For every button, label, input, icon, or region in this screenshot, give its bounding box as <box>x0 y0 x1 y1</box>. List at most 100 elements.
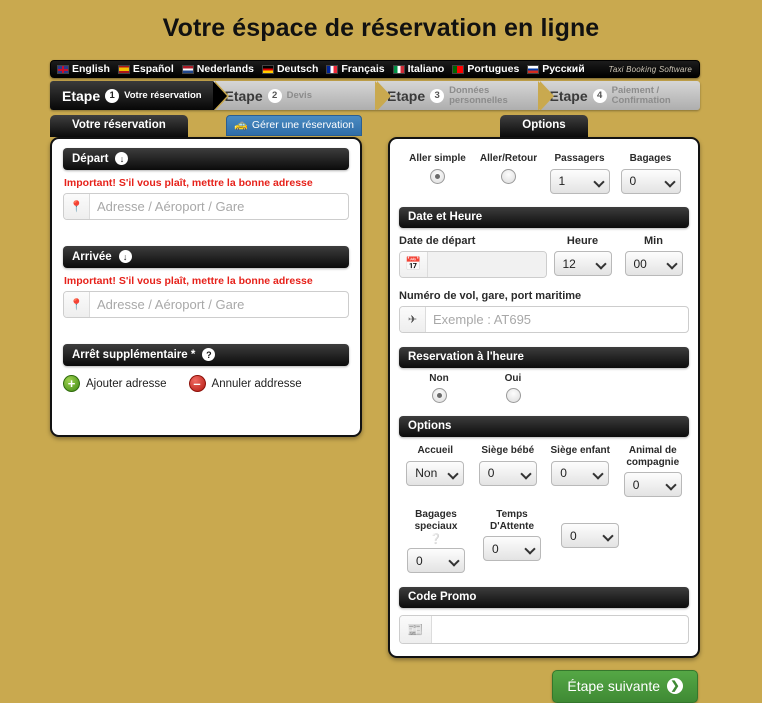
baggage-select-wrap: 0 <box>620 168 681 194</box>
options-row-1: Accueil Non Siège bébé 0 Siège enfant 0 … <box>399 445 689 497</box>
minute-select[interactable]: 00 <box>624 251 683 277</box>
tab-votre-reservation[interactable]: Votre réservation <box>50 114 188 137</box>
baby-seat-select-wrap: 0 <box>478 460 537 486</box>
language-item-deutsch[interactable]: Deutsch <box>261 63 318 75</box>
departure-address-input[interactable] <box>90 194 348 219</box>
hourly-no-label: Non <box>429 372 449 384</box>
flag-it-icon <box>392 64 405 74</box>
accueil-field: Accueil Non <box>399 445 472 486</box>
plus-circle-icon: + <box>63 375 80 392</box>
tab-options[interactable]: Options <box>500 114 588 137</box>
flight-number-input-group[interactable]: ✈ <box>399 305 689 333</box>
arrow-down-circle-icon[interactable]: ↓ <box>115 152 129 165</box>
promo-label: Code Promo <box>408 591 477 603</box>
departure-input-group[interactable]: 📍 <box>63 193 349 220</box>
one-way-label: Aller simple <box>409 153 466 164</box>
pet-select-wrap: 0 <box>623 472 682 497</box>
airplane-icon: ✈ <box>400 306 426 332</box>
departure-date-input[interactable] <box>428 251 546 277</box>
waiting-time-minutes-select[interactable]: 0 <box>561 523 619 548</box>
language-item-francais[interactable]: Français <box>326 63 385 75</box>
promo-input-group[interactable]: 📰 <box>399 615 689 644</box>
return-radio[interactable] <box>501 168 516 184</box>
hourly-reservation-header: Reservation à l'heure <box>399 346 689 368</box>
hour-select-wrap: 12 <box>553 251 612 277</box>
special-baggage-select-wrap: 0 <box>407 548 465 573</box>
taxi-icon: 🚕 <box>234 118 248 131</box>
hourly-no-radio[interactable] <box>431 388 447 403</box>
hour-label: Heure <box>566 234 599 247</box>
remove-address-label: Annuler addresse <box>211 377 302 390</box>
accueil-label: Accueil <box>417 445 454 456</box>
step-2[interactable]: Etape 2 Devis <box>213 81 391 110</box>
extra-stop-actions: + Ajouter adresse – Annuler addresse <box>63 375 349 392</box>
language-item-russian[interactable]: Русский <box>527 63 585 75</box>
options-row-2: Bagages speciaux ❔ 0 Temps D'Attente 0 0 <box>399 509 689 573</box>
step-indicator: Etape 1 Votre réservation Etape 2 Devis … <box>50 81 700 110</box>
brand-tag: Taxi Booking Software <box>608 64 692 74</box>
hourly-reservation-label: Reservation à l'heure <box>408 350 524 363</box>
promo-header: Code Promo <box>399 587 689 608</box>
pet-label: Animal de compagnie <box>626 445 680 468</box>
baby-seat-select[interactable]: 0 <box>478 460 537 486</box>
form-columns: Votre réservation 🚕 Gérer une réservatio… <box>50 114 700 658</box>
map-pin-icon: 📍 <box>64 292 90 317</box>
calendar-icon[interactable]: 📅 <box>400 251 428 277</box>
add-address-button[interactable]: + Ajouter adresse <box>63 375 167 392</box>
passengers-select[interactable]: 1 <box>549 168 610 194</box>
waiting-time-select[interactable]: 0 <box>483 536 541 561</box>
baggage-select[interactable]: 0 <box>620 168 681 194</box>
hourly-yes-radio[interactable] <box>505 388 521 403</box>
passengers-field: Passagers 1 <box>544 153 615 194</box>
language-item-italiano[interactable]: Italiano <box>392 63 444 75</box>
language-item-portugues[interactable]: Portugues <box>452 63 519 75</box>
step-sub-label: Votre réservation <box>124 89 202 101</box>
step-1[interactable]: Etape 1 Votre réservation <box>50 81 229 110</box>
one-way-radio[interactable] <box>430 168 445 184</box>
left-tab-row: Votre réservation 🚕 Gérer une réservatio… <box>50 114 362 137</box>
promo-code-input[interactable] <box>432 616 688 643</box>
next-step-button[interactable]: Étape suivante ❯ <box>552 670 698 703</box>
pet-field: Animal de compagnie 0 <box>617 445 690 497</box>
arrival-input-group[interactable]: 📍 <box>63 291 349 318</box>
help-circle-icon[interactable]: ❔ <box>430 534 442 545</box>
flag-pt-icon <box>452 64 465 74</box>
special-baggage-select[interactable]: 0 <box>407 548 465 573</box>
departure-header: Départ ↓ <box>63 148 349 170</box>
language-item-nederlands[interactable]: Nederlands <box>181 63 254 75</box>
language-label: Français <box>341 63 385 75</box>
help-circle-icon[interactable]: ? <box>202 348 216 361</box>
waiting-time-minutes-field: 0 <box>551 509 629 548</box>
extra-stop-header: Arrêt supplémentaire * ? <box>63 344 349 366</box>
step-sub-label: Devis <box>286 89 312 101</box>
booking-app: English Español Nederlands Deutsch Franç… <box>50 60 700 703</box>
return-field: Aller/Retour <box>473 153 544 194</box>
step-3[interactable]: Etape 3 Données personnelles <box>375 81 554 110</box>
flight-number-input[interactable] <box>426 306 688 332</box>
remove-address-button[interactable]: – Annuler addresse <box>167 375 302 392</box>
pet-select[interactable]: 0 <box>623 472 682 497</box>
language-item-espanol[interactable]: Español <box>117 63 174 75</box>
step-4[interactable]: Etape 4 Paiement / Confirmation <box>538 81 701 110</box>
step-etape-label: Etape <box>224 87 263 104</box>
reservation-panel: Départ ↓ Important! S'il vous plaît, met… <box>50 137 362 437</box>
step-number: 3 <box>430 88 445 103</box>
options-column: Options Aller simple Aller/Retour Passag… <box>388 114 700 658</box>
accueil-select[interactable]: Non <box>406 460 465 486</box>
minute-field: Min 00 <box>618 235 689 277</box>
language-item-english[interactable]: English <box>57 63 110 75</box>
language-label: Español <box>132 63 174 75</box>
arrival-header: Arrivée ↓ <box>63 246 349 268</box>
departure-date-input-group[interactable]: 📅 <box>399 250 547 278</box>
step-arrow <box>375 81 389 110</box>
arrow-down-circle-icon[interactable]: ↓ <box>118 250 132 263</box>
manage-reservation-button[interactable]: 🚕 Gérer une réservation <box>226 115 362 136</box>
passengers-select-wrap: 1 <box>549 168 610 194</box>
trip-type-row: Aller simple Aller/Retour Passagers 1 Ba… <box>399 148 689 198</box>
waiting-time-label: Temps D'Attente <box>489 509 535 532</box>
hour-select[interactable]: 12 <box>553 251 612 277</box>
step-arrow <box>537 81 552 110</box>
departure-warning: Important! S'il vous plaît, mettre la bo… <box>64 177 313 189</box>
child-seat-select[interactable]: 0 <box>551 460 610 486</box>
arrival-address-input[interactable] <box>90 292 348 317</box>
